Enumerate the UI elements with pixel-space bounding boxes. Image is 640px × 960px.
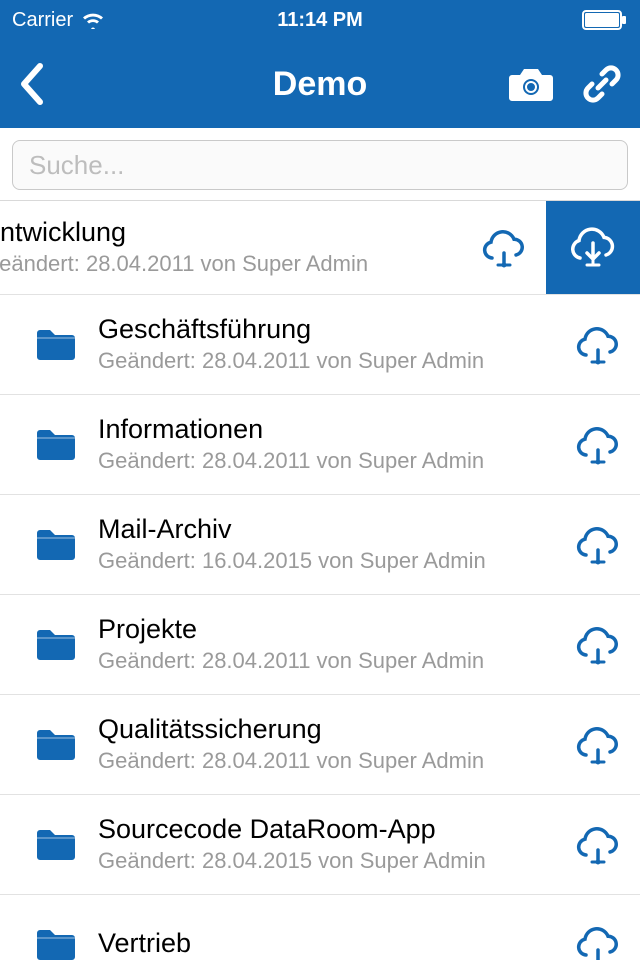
folder-row[interactable]: Geschäftsführung Geändert: 28.04.2011 vo… bbox=[0, 295, 640, 395]
battery-icon bbox=[582, 10, 628, 30]
folder-title: Qualitätssicherung bbox=[98, 713, 562, 745]
folder-row[interactable]: Sourcecode DataRoom-App Geändert: 28.04.… bbox=[0, 795, 640, 895]
folder-title: Entwicklung bbox=[0, 216, 468, 248]
folder-title: Mail-Archiv bbox=[98, 513, 562, 545]
folder-subtitle: Geändert: 28.04.2015 von Super Admin bbox=[98, 847, 562, 876]
folder-icon bbox=[34, 727, 78, 763]
folder-row[interactable]: Informationen Geändert: 28.04.2011 von S… bbox=[0, 395, 640, 495]
wifi-icon bbox=[81, 11, 105, 29]
folder-subtitle: Geändert: 28.04.2011 von Super Admin bbox=[98, 647, 562, 676]
folder-subtitle: Geändert: 28.04.2011 von Super Admin bbox=[0, 250, 468, 279]
folder-title: Geschäftsführung bbox=[98, 313, 562, 345]
search-bar bbox=[0, 128, 640, 201]
folder-title: Projekte bbox=[98, 613, 562, 645]
folder-row[interactable]: Mail-Archiv Geändert: 16.04.2015 von Sup… bbox=[0, 495, 640, 595]
folder-icon bbox=[34, 927, 78, 960]
folder-list: Geschäftsführung Geändert: 28.04.2011 vo… bbox=[0, 294, 640, 960]
folder-title: Informationen bbox=[98, 413, 562, 445]
link-button[interactable] bbox=[582, 64, 622, 104]
folder-subtitle: Geändert: 28.04.2011 von Super Admin bbox=[98, 747, 562, 776]
status-left: Carrier bbox=[12, 9, 105, 32]
cloud-sync-icon[interactable] bbox=[574, 624, 622, 666]
folder-subtitle: Geändert: 28.04.2011 von Super Admin bbox=[98, 347, 562, 376]
folder-icon bbox=[34, 327, 78, 363]
download-action[interactable] bbox=[546, 201, 640, 294]
cloud-sync-icon[interactable] bbox=[574, 724, 622, 766]
cloud-sync-icon[interactable] bbox=[574, 924, 622, 960]
cloud-sync-icon[interactable] bbox=[574, 524, 622, 566]
camera-button[interactable] bbox=[508, 65, 554, 103]
search-input[interactable] bbox=[12, 140, 628, 190]
page-title: Demo bbox=[273, 65, 367, 104]
folder-title: Sourcecode DataRoom-App bbox=[98, 813, 562, 845]
status-right bbox=[582, 10, 628, 30]
nav-bar: Demo bbox=[0, 40, 640, 128]
folder-subtitle: Geändert: 28.04.2011 von Super Admin bbox=[98, 447, 562, 476]
folder-row[interactable]: Vertrieb bbox=[0, 895, 640, 960]
folder-icon bbox=[34, 627, 78, 663]
cloud-sync-icon[interactable] bbox=[574, 824, 622, 866]
folder-icon bbox=[34, 527, 78, 563]
folder-row-swiped[interactable]: Entwicklung Geändert: 28.04.2011 von Sup… bbox=[0, 201, 640, 295]
folder-subtitle: Geändert: 16.04.2015 von Super Admin bbox=[98, 547, 562, 576]
status-time: 11:14 PM bbox=[277, 9, 363, 32]
back-button[interactable] bbox=[18, 62, 44, 106]
folder-icon bbox=[34, 427, 78, 463]
carrier-label: Carrier bbox=[12, 9, 73, 32]
folder-row[interactable]: Projekte Geändert: 28.04.2011 von Super … bbox=[0, 595, 640, 695]
folder-icon bbox=[34, 827, 78, 863]
folder-title: Vertrieb bbox=[98, 927, 562, 959]
cloud-sync-icon[interactable] bbox=[574, 424, 622, 466]
folder-row[interactable]: Qualitätssicherung Geändert: 28.04.2011 … bbox=[0, 695, 640, 795]
cloud-download-icon bbox=[567, 225, 619, 271]
cloud-sync-icon[interactable] bbox=[574, 324, 622, 366]
status-bar: Carrier 11:14 PM bbox=[0, 0, 640, 40]
cloud-sync-icon[interactable] bbox=[480, 227, 528, 269]
